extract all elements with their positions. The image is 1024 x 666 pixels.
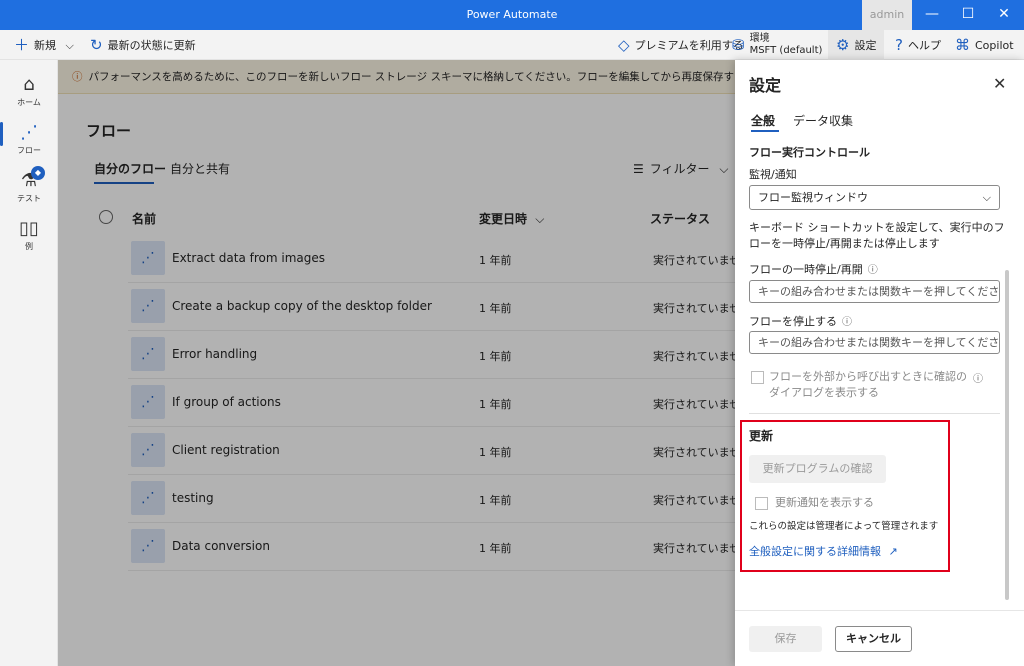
- nav-item-flows[interactable]: ⋰ フロー: [0, 122, 58, 156]
- gear-icon: ⚙: [836, 36, 850, 54]
- info-icon[interactable]: ⓘ: [973, 370, 983, 385]
- settings-panel: 設定 ✕ 全般 データ収集 フロー実行コントロール 監視/通知 フロー監視ウィン…: [735, 60, 1024, 666]
- environment-selector[interactable]: ⛁ 環境 MSFT (default): [732, 30, 822, 60]
- settings-button[interactable]: ⚙ 設定: [828, 30, 884, 60]
- pause-shortcut-input[interactable]: キーの組み合わせまたは関数キーを押してください: [749, 280, 1000, 303]
- section-divider: [749, 413, 1000, 414]
- copilot-label: Copilot: [975, 39, 1014, 52]
- nav-label-flows: フロー: [17, 146, 41, 155]
- monitor-label: 監視/通知: [749, 168, 797, 181]
- stop-label-text: フローを停止する: [749, 315, 837, 328]
- settings-title: 設定: [749, 76, 782, 95]
- help-icon: ?: [895, 36, 903, 54]
- scrollbar[interactable]: [1005, 270, 1009, 600]
- nav-item-test[interactable]: ⚗ ◆ テスト: [0, 166, 58, 204]
- settings-footer: 保存 キャンセル: [735, 610, 1024, 666]
- nav-label-test: テスト: [17, 194, 41, 203]
- refresh-button[interactable]: ↻ 最新の状態に更新: [90, 30, 196, 60]
- stop-shortcut-label: フローを停止する ⓘ: [749, 313, 852, 329]
- book-icon: ▯▯: [19, 218, 39, 239]
- stop-shortcut-input[interactable]: キーの組み合わせまたは関数キーを押してください: [749, 331, 1000, 354]
- nav-item-home[interactable]: ⌂ ホーム: [0, 74, 58, 108]
- chevron-down-icon: ⌵: [65, 39, 74, 52]
- copilot-icon: ⌘: [955, 36, 970, 54]
- shortcut-description: キーボード ショートカットを設定して、実行中のフローを一時停止/再開または停止し…: [749, 221, 1005, 250]
- title-bar: Power Automate admin — ☐ ✕: [0, 0, 1024, 30]
- user-badge: admin: [862, 0, 912, 30]
- refresh-icon: ↻: [90, 36, 103, 54]
- confirm-dialog-label: フローを外部から呼び出すときに確認のダイアログを表示する: [769, 370, 967, 399]
- highlight-box: [740, 420, 950, 572]
- diamond-icon: ◇: [618, 36, 630, 54]
- monitor-select-value: フロー監視ウィンドウ: [758, 191, 868, 204]
- nav-item-examples[interactable]: ▯▯ 例: [0, 218, 58, 252]
- modal-overlay[interactable]: [58, 60, 735, 666]
- tab-data-collection[interactable]: データ収集: [793, 112, 853, 129]
- toolbar: ＋ 新規 ⌵ ↻ 最新の状態に更新 ◇ プレミアムを利用する ⛁ 環境 MSFT (d…: [0, 30, 1024, 60]
- plus-icon: ＋: [14, 36, 30, 54]
- nav-label-examples: 例: [25, 242, 33, 251]
- premium-button[interactable]: ◇ プレミアムを利用する: [618, 30, 744, 60]
- flow-icon: ⋰: [20, 122, 38, 143]
- premium-badge-icon: ◆: [31, 166, 45, 180]
- copilot-button[interactable]: ⌘ Copilot: [955, 30, 1014, 60]
- environment-icon: ⛁: [732, 36, 745, 54]
- pause-shortcut-label: フローの一時停止/再開 ⓘ: [749, 261, 878, 277]
- tab-general[interactable]: 全般: [751, 112, 775, 129]
- pause-label-text: フローの一時停止/再開: [749, 263, 863, 276]
- flask-icon: ⚗: [20, 170, 38, 191]
- help-label: ヘルプ: [907, 39, 941, 52]
- new-button[interactable]: ＋ 新規 ⌵: [14, 30, 74, 60]
- monitor-select[interactable]: フロー監視ウィンドウ ⌵: [749, 185, 1000, 210]
- help-button[interactable]: ? ヘルプ: [895, 30, 941, 60]
- info-icon[interactable]: ⓘ: [868, 265, 878, 276]
- premium-label: プレミアムを利用する: [634, 39, 744, 52]
- confirm-dialog-checkbox[interactable]: [751, 371, 764, 384]
- save-button[interactable]: 保存: [749, 626, 822, 652]
- info-icon[interactable]: ⓘ: [842, 317, 852, 328]
- chevron-down-icon: ⌵: [982, 191, 991, 204]
- new-label: 新規: [34, 39, 57, 52]
- close-window-button[interactable]: ✕: [986, 0, 1022, 30]
- close-icon[interactable]: ✕: [993, 74, 1006, 93]
- settings-label: 設定: [854, 39, 877, 52]
- nav-label-home: ホーム: [17, 98, 41, 107]
- minimize-button[interactable]: —: [914, 0, 950, 30]
- home-icon: ⌂: [23, 74, 35, 95]
- cancel-button[interactable]: キャンセル: [835, 626, 912, 652]
- refresh-label: 最新の状態に更新: [107, 39, 196, 52]
- settings-tab-underline: [751, 130, 779, 132]
- flow-run-control-heading: フロー実行コントロール: [749, 146, 870, 159]
- maximize-button[interactable]: ☐: [950, 0, 986, 30]
- left-nav: ⌂ ホーム ⋰ フロー ⚗ ◆ テスト ▯▯ 例: [0, 60, 58, 666]
